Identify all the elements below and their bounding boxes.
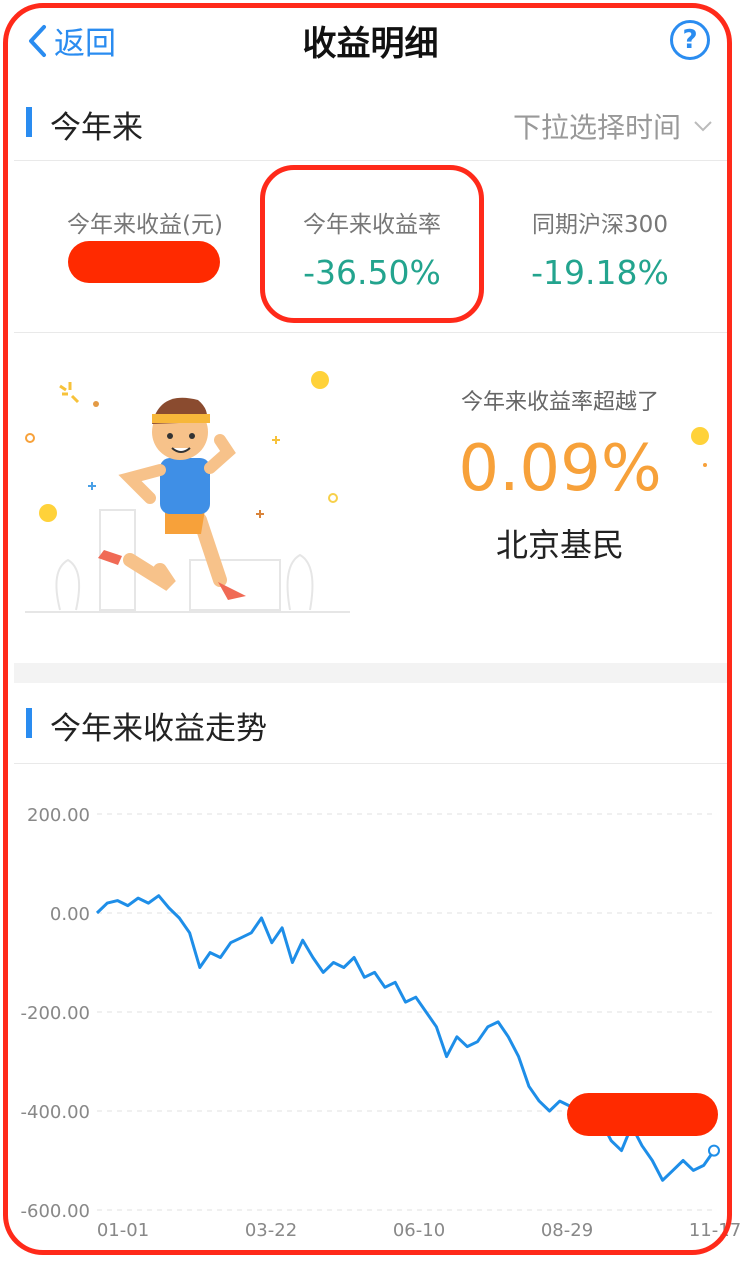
trend-section-title: 今年来收益走势 (50, 711, 267, 747)
series-line (95, 894, 716, 1182)
redaction-mark (567, 1093, 718, 1136)
stat-label: 今年来收益(元) (67, 212, 223, 238)
redaction-mark (68, 241, 220, 283)
period-selector[interactable]: 下拉选择时间 (513, 106, 713, 146)
y-tick-label: -400.00 (21, 1102, 90, 1123)
x-tick-label: 01-01 (97, 1220, 149, 1240)
page-title: 收益明细 (302, 24, 439, 64)
divider (14, 332, 727, 333)
stat-label: 同期沪深300 (532, 212, 668, 238)
series-end-point (708, 1144, 720, 1157)
x-tick-label: 08-29 (541, 1220, 593, 1240)
coin-decoration (691, 427, 709, 467)
y-tick-label: -600.00 (21, 1201, 90, 1222)
highlight-box (260, 165, 484, 323)
rank-label: 今年来收益率超越了 (460, 390, 659, 415)
period-selector-label: 下拉选择时间 (512, 111, 681, 144)
section-marker (26, 708, 32, 738)
chevron-down-icon (694, 121, 712, 132)
trend-chart: 200.00 0.00 -200.00 -400.00 -600.00 01-01 03-2… (21, 805, 741, 1240)
stat-value: -19.18% (531, 253, 669, 292)
divider (14, 763, 727, 764)
divider (14, 160, 727, 161)
x-tick-label: 11-17 (689, 1220, 741, 1240)
stat-csi300: 同期沪深300 -19.18% (495, 205, 705, 292)
y-tick-label: 200.00 (27, 805, 90, 826)
section-marker (26, 107, 32, 137)
section-gap (14, 663, 727, 683)
rank-group: 北京基民 (495, 526, 624, 564)
rank-value: 0.09% (458, 432, 662, 506)
x-tick-label: 06-10 (393, 1220, 445, 1240)
runner-illustration (25, 371, 350, 613)
x-tick-label: 03-22 (245, 1220, 297, 1240)
help-icon[interactable]: ? (670, 20, 710, 60)
trend-section-header: 今年来收益走势 (0, 684, 741, 764)
y-tick-label: -200.00 (21, 1003, 90, 1024)
y-tick-label: 0.00 (50, 904, 90, 925)
nav-bar: 返回 收益明细 ? (0, 0, 741, 80)
ytd-section-title: 今年来 (50, 110, 143, 146)
ytd-section-header: 今年来 下拉选择时间 (0, 82, 741, 162)
